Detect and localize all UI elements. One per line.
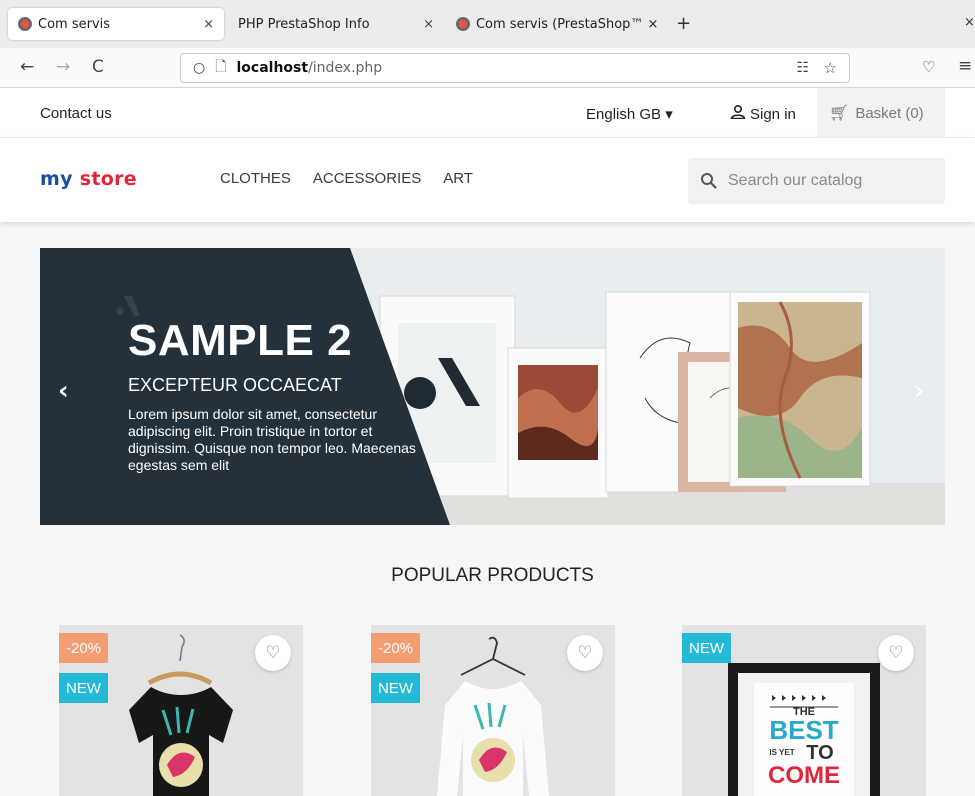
- nav-item-accessories[interactable]: ACCESSORIES: [313, 170, 421, 187]
- sign-in-link[interactable]: Sign in: [730, 105, 796, 123]
- window-close-icon[interactable]: ×: [964, 15, 975, 30]
- new-badge: NEW: [371, 673, 420, 703]
- browser-tab-com-servis[interactable]: Com servis ×: [8, 8, 224, 40]
- logo-store: store: [79, 168, 137, 190]
- pocket-icon[interactable]: ♡: [922, 58, 935, 76]
- slide-title: SAMPLE 2: [128, 316, 353, 365]
- nav-item-art[interactable]: ART: [443, 170, 473, 187]
- popular-products-title: POPULAR PRODUCTS: [391, 565, 594, 586]
- back-icon[interactable]: ←: [20, 57, 34, 77]
- discount-badge: -20%: [59, 633, 109, 663]
- browser-tab-com-servis-prestashop[interactable]: Com servis (PrestaShop™ ×: [446, 8, 668, 40]
- basket-button[interactable]: 🛒︎ Basket (0): [817, 88, 945, 138]
- browser-tab-bar: Com servis × PHP PrestaShop Info × Com s…: [0, 0, 975, 48]
- home-carousel[interactable]: SAMPLE 2 EXCEPTEUR OCCAECAT Lorem ipsum …: [40, 248, 945, 525]
- browser-tab-php-info[interactable]: PHP PrestaShop Info ×: [228, 8, 444, 40]
- reader-view-icon[interactable]: ☷: [796, 60, 809, 76]
- search-input[interactable]: [728, 172, 928, 190]
- cart-icon: 🛒︎: [829, 105, 850, 122]
- url-host: localhost: [236, 60, 309, 76]
- tab-title: Com servis (PrestaShop™ ×: [475, 16, 658, 32]
- tab-title: Com servis: [38, 16, 111, 32]
- url-path: /index.php: [308, 60, 383, 76]
- store-logo[interactable]: my store: [40, 168, 137, 190]
- prestashop-favicon-icon: [456, 17, 470, 31]
- product-card[interactable]: -20% NEW ♡: [371, 625, 615, 796]
- poster-text-best: BEST: [769, 715, 838, 745]
- page-info-icon[interactable]: 🗋: [215, 56, 226, 80]
- hamburger-menu-icon[interactable]: ≡: [958, 56, 972, 76]
- product-card[interactable]: THE BEST IS YET TO COME NEW ♡: [682, 625, 926, 796]
- logo-my: my: [40, 168, 73, 190]
- bookmark-star-icon[interactable]: ☆: [824, 59, 837, 77]
- tab-close-icon[interactable]: ×: [423, 17, 434, 32]
- url-bar[interactable]: ○ 🗋 localhost/index.php ☷ ☆: [180, 53, 850, 83]
- wishlist-heart-icon[interactable]: ♡: [878, 635, 914, 671]
- new-tab-button[interactable]: +: [676, 13, 691, 34]
- shield-icon[interactable]: ○: [193, 60, 205, 76]
- user-icon: [730, 105, 746, 119]
- slide-subtitle: EXCEPTEUR OCCAECAT: [128, 375, 342, 395]
- search-icon[interactable]: [700, 172, 718, 190]
- carousel-next-icon[interactable]: ›: [914, 376, 924, 406]
- wishlist-heart-icon[interactable]: ♡: [567, 635, 603, 671]
- contact-us-link[interactable]: Contact us: [40, 105, 112, 122]
- forward-icon[interactable]: →: [56, 57, 70, 77]
- language-selector[interactable]: English GB ▾: [586, 105, 673, 123]
- new-badge: NEW: [59, 673, 108, 703]
- store-main-header: my store CLOTHES ACCESSORIES ART: [0, 138, 975, 222]
- new-badge: NEW: [682, 633, 731, 663]
- main-nav: CLOTHES ACCESSORIES ART: [220, 170, 473, 187]
- basket-label: Basket (0): [855, 104, 924, 122]
- discount-badge: -20%: [371, 633, 421, 663]
- poster-text-come: COME: [768, 762, 840, 789]
- product-card[interactable]: -20% NEW ♡: [59, 625, 303, 796]
- tab-close-icon[interactable]: ×: [203, 17, 214, 32]
- carousel-prev-icon[interactable]: ‹: [58, 376, 69, 406]
- store-top-bar: Contact us English GB ▾ Sign in 🛒︎ Baske…: [0, 88, 975, 138]
- poster-text-to: TO: [806, 742, 833, 764]
- search-box: [688, 158, 945, 204]
- reload-icon[interactable]: C: [92, 57, 104, 77]
- tab-title: PHP PrestaShop Info: [238, 16, 370, 32]
- sign-in-label: Sign in: [750, 106, 796, 123]
- slide-description: Lorem ipsum dolor sit amet, consectetur …: [128, 406, 416, 473]
- nav-item-clothes[interactable]: CLOTHES: [220, 170, 291, 187]
- poster-text-is-yet: IS YET: [769, 748, 794, 757]
- wishlist-heart-icon[interactable]: ♡: [255, 635, 291, 671]
- browser-nav-bar: ← → C ○ 🗋 localhost/index.php ☷ ☆ ♡ ≡: [0, 48, 975, 88]
- prestashop-favicon-icon: [18, 17, 32, 31]
